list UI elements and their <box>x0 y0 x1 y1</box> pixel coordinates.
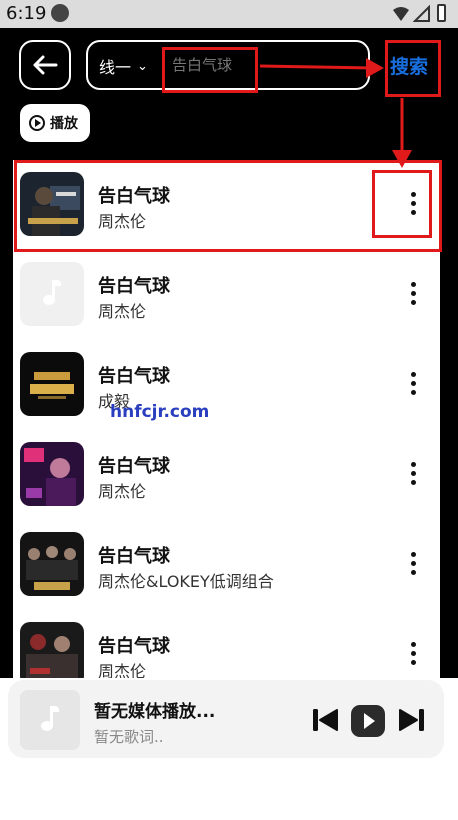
play-icon[interactable] <box>350 704 386 738</box>
player-cover <box>20 690 80 750</box>
next-icon[interactable] <box>398 706 426 734</box>
previous-icon[interactable] <box>311 706 339 734</box>
mini-player[interactable]: 暂无媒体播放... 暂无歌词.. <box>8 680 444 758</box>
music-note-icon <box>38 706 62 734</box>
player-lyric: 暂无歌词.. <box>94 728 164 746</box>
player-title: 暂无媒体播放... <box>94 702 216 722</box>
